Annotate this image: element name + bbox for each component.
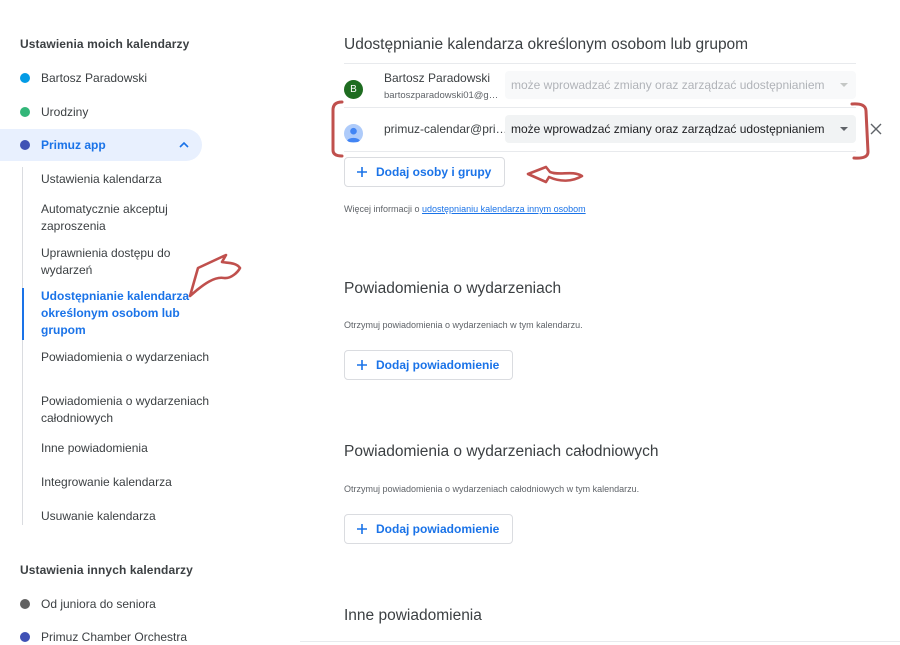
avatar-person-icon [344, 124, 363, 143]
annotation-left-bracket [331, 100, 344, 158]
plus-icon [357, 167, 367, 177]
sidebar-item-label: Bartosz Paradowski [41, 71, 148, 85]
subnav-allday-notifications[interactable]: Powiadomienia o wydarzeniach całodniowyc… [23, 393, 223, 427]
divider [344, 151, 856, 152]
divider [344, 107, 856, 108]
sidebar-item-urodziny[interactable]: Urodziny [0, 96, 88, 128]
settings-sidebar: Ustawienia moich kalendarzy Bartosz Para… [0, 0, 300, 645]
add-allday-notification-button[interactable]: Dodaj powiadomienie [344, 514, 514, 544]
subnav-other-notifications[interactable]: Inne powiadomienia [23, 440, 223, 457]
divider [300, 641, 900, 642]
sidebar-item-label: Primuz app [41, 138, 106, 152]
other-notifications-title: Inne powiadomienia [344, 607, 482, 624]
person-name: primuz-calendar@pri… [384, 122, 508, 136]
sharing-section-title: Udostępnianie kalendarza określonym osob… [344, 36, 749, 53]
sidebar-item-label: Od juniora do seniora [41, 597, 156, 611]
calendar-settings-subnav: Ustawienia kalendarza Automatycznie akce… [22, 167, 222, 525]
event-notifications-title: Powiadomienia o wydarzeniach [344, 280, 562, 297]
dropdown-caret-icon [840, 127, 848, 131]
calendar-color-dot [20, 73, 30, 83]
close-icon[interactable] [869, 122, 883, 136]
avatar: B [344, 80, 363, 99]
divider [344, 63, 856, 64]
allday-notifications-hint: Otrzymuj powiadomienia o wydarzeniach ca… [344, 484, 640, 494]
permission-select: może wprowadzać zmiany oraz zarządzać ud… [505, 71, 856, 99]
share-row-primuz-calendar: primuz-calendar@pri… może wprowadzać zmi… [344, 112, 882, 152]
sharing-info-link[interactable]: udostępnianiu kalendarza innym osobom [422, 204, 586, 214]
subnav-sharing[interactable]: Udostępnianie kalendarza określonym osob… [22, 288, 222, 340]
sidebar-item-primuz-chamber-orchestra[interactable]: Primuz Chamber Orchestra [0, 621, 187, 645]
subnav-calendar-settings[interactable]: Ustawienia kalendarza [23, 171, 223, 188]
event-notifications-hint: Otrzymuj powiadomienia o wydarzeniach w … [344, 320, 583, 330]
settings-main: Udostępnianie kalendarza określonym osob… [344, 0, 900, 645]
my-calendars-heading: Ustawienia moich kalendarzy [20, 37, 190, 51]
person-name: Bartosz Paradowski [384, 71, 491, 85]
calendar-color-dot [20, 632, 30, 642]
subnav-delete-calendar[interactable]: Usuwanie kalendarza [23, 508, 223, 525]
sidebar-item-od-juniora[interactable]: Od juniora do seniora [0, 588, 156, 620]
chevron-up-icon[interactable] [178, 139, 190, 151]
sidebar-item-label: Urodziny [41, 105, 89, 119]
sharing-info: Więcej informacji o udostępnianiu kalend… [344, 204, 586, 214]
person-email: bartoszparadowski01@g… [384, 90, 499, 101]
subnav-event-access[interactable]: Uprawnienia dostępu do wydarzeń [23, 245, 223, 279]
sidebar-item-label: Primuz Chamber Orchestra [41, 630, 188, 644]
permission-select[interactable]: może wprowadzać zmiany oraz zarządzać ud… [505, 115, 856, 143]
calendar-color-dot [20, 140, 30, 150]
sidebar-item-primuz-app[interactable]: Primuz app [0, 129, 202, 161]
other-calendars-heading: Ustawienia innych kalendarzy [20, 563, 193, 577]
sidebar-item-bartosz-paradowski[interactable]: Bartosz Paradowski [0, 62, 147, 94]
subnav-event-notifications[interactable]: Powiadomienia o wydarzeniach [23, 349, 223, 366]
plus-icon [357, 524, 367, 534]
allday-notifications-title: Powiadomienia o wydarzeniach całodniowyc… [344, 443, 659, 460]
add-people-button[interactable]: Dodaj osoby i grupy [344, 157, 506, 187]
subnav-integrate-calendar[interactable]: Integrowanie kalendarza [23, 474, 223, 491]
calendar-color-dot [20, 599, 30, 609]
subnav-auto-accept[interactable]: Automatycznie akceptuj zaproszenia [23, 201, 223, 235]
share-row-owner: B Bartosz Paradowski bartoszparadowski01… [344, 68, 856, 108]
calendar-color-dot [20, 107, 30, 117]
add-notification-button[interactable]: Dodaj powiadomienie [344, 350, 514, 380]
plus-icon [357, 360, 367, 370]
dropdown-caret-icon [840, 83, 848, 87]
